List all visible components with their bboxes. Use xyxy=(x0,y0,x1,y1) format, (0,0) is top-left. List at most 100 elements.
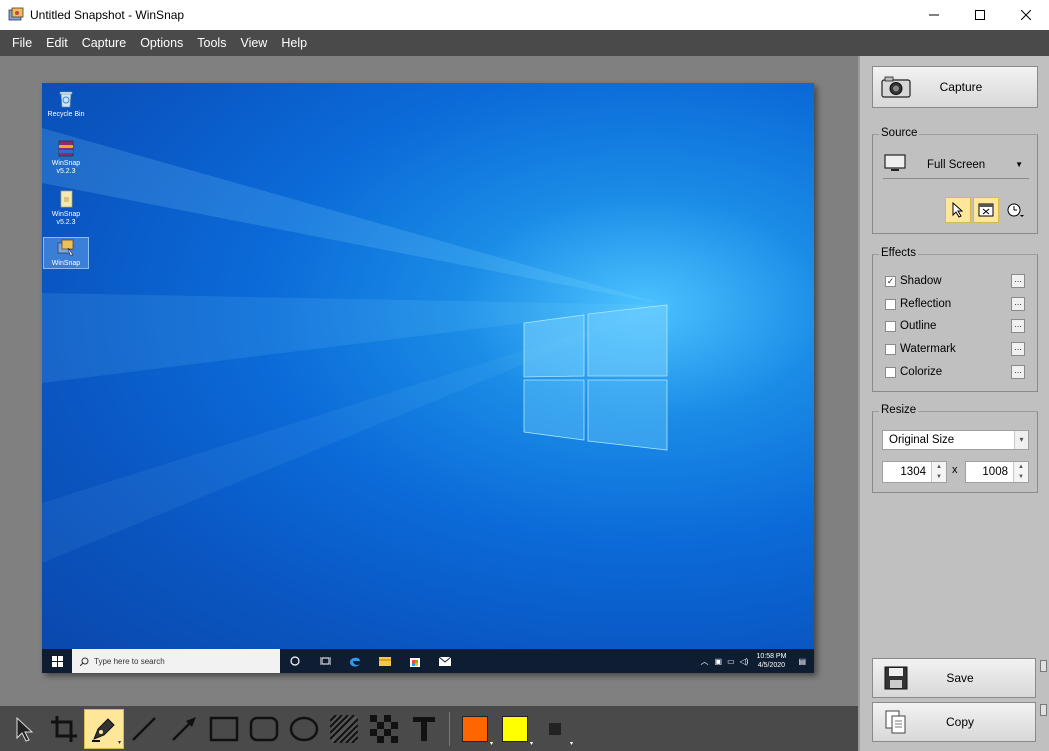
rectangle-icon[interactable] xyxy=(204,709,244,749)
effect-label: Shadow xyxy=(900,275,942,287)
capture-button[interactable]: Capture xyxy=(872,66,1038,108)
network-icon[interactable]: ▭ xyxy=(727,657,735,666)
minimize-icon[interactable] xyxy=(911,0,957,30)
effect-label: Outline xyxy=(900,320,937,332)
pixelate-icon[interactable] xyxy=(364,709,404,749)
taskbar: Type here to search ︿ ▣ ▭ ◁) 10:58 PM 4/… xyxy=(42,649,814,673)
select-arrow-icon[interactable] xyxy=(4,709,44,749)
width-spin-arrows[interactable]: ▲ ▼ xyxy=(931,462,946,482)
effect-watermark-row[interactable]: Watermark xyxy=(885,341,956,357)
line-width-picker[interactable]: ▾ xyxy=(535,709,575,749)
copy-button[interactable]: Copy xyxy=(872,702,1036,742)
menu-options[interactable]: Options xyxy=(133,30,190,56)
watermark-options-button[interactable]: … xyxy=(1011,342,1025,356)
panel-resize-grip[interactable] xyxy=(1040,660,1047,672)
line-width-icon xyxy=(549,722,561,735)
window-mode-toggle[interactable] xyxy=(973,197,999,223)
effect-outline-row[interactable]: Outline xyxy=(885,318,936,334)
outline-checkbox[interactable] xyxy=(885,320,896,332)
start-icon[interactable] xyxy=(42,649,72,673)
taskbar-clock[interactable]: 10:58 PM 4/5/2020 xyxy=(756,652,786,670)
menu-file[interactable]: File xyxy=(5,30,39,56)
effect-reflection-row[interactable]: Reflection xyxy=(885,296,951,312)
copy-button-label: Copy xyxy=(945,715,974,729)
height-spin-arrows[interactable]: ▲ ▼ xyxy=(1013,462,1028,482)
source-group: Source Full Screen ▼ xyxy=(872,127,1038,234)
tray-app-icon[interactable]: ▣ xyxy=(715,657,723,666)
archive-icon xyxy=(56,138,76,158)
menu-bar: File Edit Capture Options Tools View Hel… xyxy=(0,30,1049,56)
mail-icon[interactable] xyxy=(430,649,460,673)
clock-date: 4/5/2020 xyxy=(757,662,786,669)
capture-button-label: Capture xyxy=(939,80,983,94)
winsnap-icon xyxy=(56,238,76,258)
rounded-rectangle-icon[interactable] xyxy=(244,709,284,749)
tray-chevron-icon[interactable]: ︿ xyxy=(701,656,709,667)
crop-icon[interactable] xyxy=(44,709,84,749)
folder-icon xyxy=(56,189,76,209)
shadow-options-button[interactable]: … xyxy=(1011,274,1025,288)
desktop-icon-label: Recycle Bin xyxy=(47,111,85,118)
secondary-color-swatch xyxy=(502,715,528,742)
watermark-checkbox[interactable] xyxy=(885,343,896,355)
reflection-options-button[interactable]: … xyxy=(1011,297,1025,311)
maximize-icon[interactable] xyxy=(957,0,1003,30)
menu-help[interactable]: Help xyxy=(274,30,314,56)
resize-width-input[interactable]: 1304 ▲ ▼ xyxy=(882,461,947,483)
effect-colorize-row[interactable]: Colorize xyxy=(885,364,942,380)
resize-legend: Resize xyxy=(879,404,919,416)
desktop-icon-winsnap-folder[interactable]: WinSnap v5.2.3 xyxy=(43,189,89,227)
window-select-icon xyxy=(978,203,994,217)
desktop-icon-winsnap-archive[interactable]: WinSnap v5.2.3 xyxy=(43,138,89,176)
line-icon[interactable] xyxy=(124,709,164,749)
close-icon[interactable] xyxy=(1003,0,1049,30)
primary-color-picker[interactable]: ▾ xyxy=(455,709,495,749)
desktop-icon-label: WinSnap v5.2.3 xyxy=(51,211,81,226)
title-bar: Untitled Snapshot - WinSnap xyxy=(0,0,1049,30)
volume-icon[interactable]: ◁) xyxy=(740,657,749,666)
copy-icon xyxy=(879,707,913,737)
system-tray: ︿ ▣ ▭ ◁) 10:58 PM 4/5/2020 ▤ xyxy=(701,649,814,673)
primary-color-swatch xyxy=(462,715,488,742)
taskbar-search-placeholder: Type here to search xyxy=(94,656,165,666)
taskbar-search-box[interactable]: Type here to search xyxy=(72,649,280,673)
resize-height-input[interactable]: 1008 ▲ ▼ xyxy=(965,461,1029,483)
hatch-icon[interactable] xyxy=(324,709,364,749)
colorize-checkbox[interactable] xyxy=(885,366,896,378)
file-explorer-icon[interactable] xyxy=(370,649,400,673)
chevron-down-icon: ▾ xyxy=(1014,431,1028,449)
menu-edit[interactable]: Edit xyxy=(39,30,75,56)
panel-resize-grip[interactable] xyxy=(1040,704,1047,716)
edge-icon[interactable] xyxy=(340,649,370,673)
secondary-color-picker[interactable]: ▾ xyxy=(495,709,535,749)
cortana-icon[interactable] xyxy=(280,649,310,673)
source-dropdown[interactable]: Full Screen ▼ xyxy=(883,151,1029,179)
text-icon[interactable] xyxy=(404,709,444,749)
recycle-bin-icon xyxy=(56,89,76,109)
menu-view[interactable]: View xyxy=(233,30,274,56)
menu-capture[interactable]: Capture xyxy=(75,30,133,56)
pen-icon[interactable]: ▾ xyxy=(84,708,124,749)
save-button-label: Save xyxy=(946,671,974,685)
colorize-options-button[interactable]: … xyxy=(1011,365,1025,379)
options-panel: Capture Source Full Screen ▼ Effects ✓ S… xyxy=(858,56,1049,751)
timer-dropdown[interactable] xyxy=(1003,197,1029,223)
desktop-icon-recycle-bin[interactable]: Recycle Bin xyxy=(43,89,89,119)
outline-options-button[interactable]: … xyxy=(1011,319,1025,333)
snapshot-canvas[interactable]: Recycle Bin WinSnap v5.2.3 WinSnap v5.2.… xyxy=(0,56,858,706)
arrow-icon[interactable] xyxy=(164,709,204,749)
reflection-checkbox[interactable] xyxy=(885,298,896,310)
store-icon[interactable] xyxy=(400,649,430,673)
shadow-checkbox[interactable]: ✓ xyxy=(885,275,896,287)
captured-screenshot[interactable]: Recycle Bin WinSnap v5.2.3 WinSnap v5.2.… xyxy=(42,83,814,673)
menu-tools[interactable]: Tools xyxy=(190,30,233,56)
resize-mode-select[interactable]: Original Size ▾ xyxy=(882,430,1029,450)
task-view-icon[interactable] xyxy=(310,649,340,673)
source-legend: Source xyxy=(879,127,920,139)
save-button[interactable]: Save xyxy=(872,658,1036,698)
ellipse-icon[interactable] xyxy=(284,709,324,749)
effect-shadow-row[interactable]: ✓ Shadow xyxy=(885,273,942,289)
desktop-icon-winsnap[interactable]: WinSnap xyxy=(43,237,89,269)
notifications-icon[interactable]: ▤ xyxy=(798,657,806,666)
include-cursor-toggle[interactable] xyxy=(945,197,971,223)
